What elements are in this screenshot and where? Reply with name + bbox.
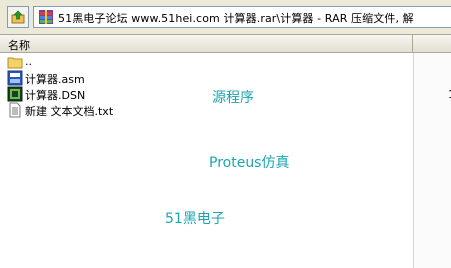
- column-header-name[interactable]: 名称: [0, 35, 413, 52]
- up-folder-button[interactable]: [7, 6, 29, 28]
- folder-up-arrow-icon: [11, 10, 25, 24]
- list-item-label: 计算器.asm: [25, 73, 85, 86]
- annotation-proteus: Proteus仿真: [209, 155, 290, 171]
- path-field[interactable]: 51黑电子论坛 www.51hei.com 计算器.rar\计算器 - RAR …: [33, 6, 451, 28]
- file-list-header: 名称: [0, 35, 451, 53]
- size-column-area: 1: [413, 53, 451, 268]
- rar-archive-icon: [39, 10, 53, 24]
- folder-up-icon: [7, 57, 23, 69]
- list-item-dsn[interactable]: 计算器.DSN: [7, 86, 407, 102]
- list-item-label: ..: [25, 55, 32, 68]
- list-item-label: 新建 文本文档.txt: [25, 105, 114, 118]
- text-file-icon: [9, 102, 21, 118]
- list-item-asm[interactable]: 计算器.asm: [7, 70, 407, 86]
- list-item-txt[interactable]: 新建 文本文档.txt: [7, 102, 407, 118]
- list-item-parent[interactable]: ..: [7, 54, 407, 70]
- annotation-source: 源程序: [212, 90, 254, 106]
- column-header-size[interactable]: [414, 35, 451, 52]
- list-item-label: 计算器.DSN: [25, 89, 86, 102]
- dsn-file-icon: [7, 86, 23, 102]
- path-text: 51黑电子论坛 www.51hei.com 计算器.rar\计算器 - RAR …: [58, 12, 414, 25]
- column-name-label: 名称: [8, 39, 30, 52]
- path-toolbar: 51黑电子论坛 www.51hei.com 计算器.rar\计算器 - RAR …: [0, 0, 451, 35]
- asm-file-icon: [7, 70, 23, 86]
- annotation-brand: 51黑电子: [165, 211, 225, 227]
